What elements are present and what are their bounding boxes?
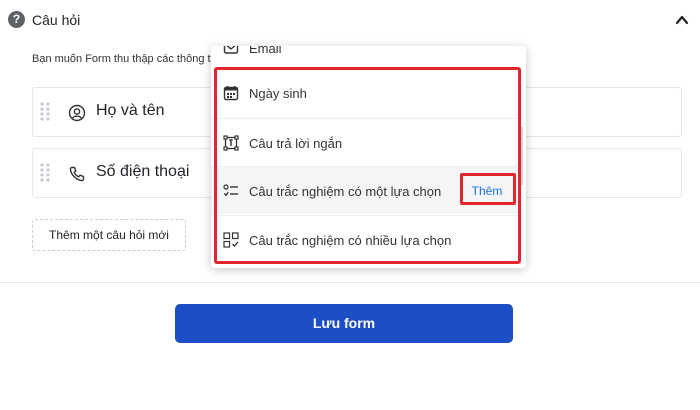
drag-handle-icon[interactable]	[39, 101, 51, 123]
annotation-highlight-list	[214, 67, 521, 264]
chevron-up-icon[interactable]	[674, 12, 690, 28]
section-description: Bạn muốn Form thu thập các thông t	[32, 53, 211, 65]
phone-icon	[69, 166, 85, 182]
annotation-highlight-add	[460, 173, 516, 205]
add-question-button[interactable]: Thêm một câu hỏi mới	[32, 219, 186, 251]
drag-handle-icon[interactable]	[39, 162, 51, 184]
divider	[0, 282, 700, 283]
mail-icon	[223, 46, 239, 54]
save-form-button[interactable]: Lưu form	[175, 304, 513, 343]
section-title: Câu hỏi	[32, 12, 81, 28]
user-circle-icon	[68, 104, 86, 122]
field-label: Họ và tên	[96, 102, 165, 119]
help-icon: ?	[8, 11, 25, 28]
field-label: Số điện thoại	[96, 163, 190, 180]
section-header[interactable]: ? Câu hỏi	[0, 0, 700, 40]
dropdown-item-label: Email	[249, 46, 282, 56]
